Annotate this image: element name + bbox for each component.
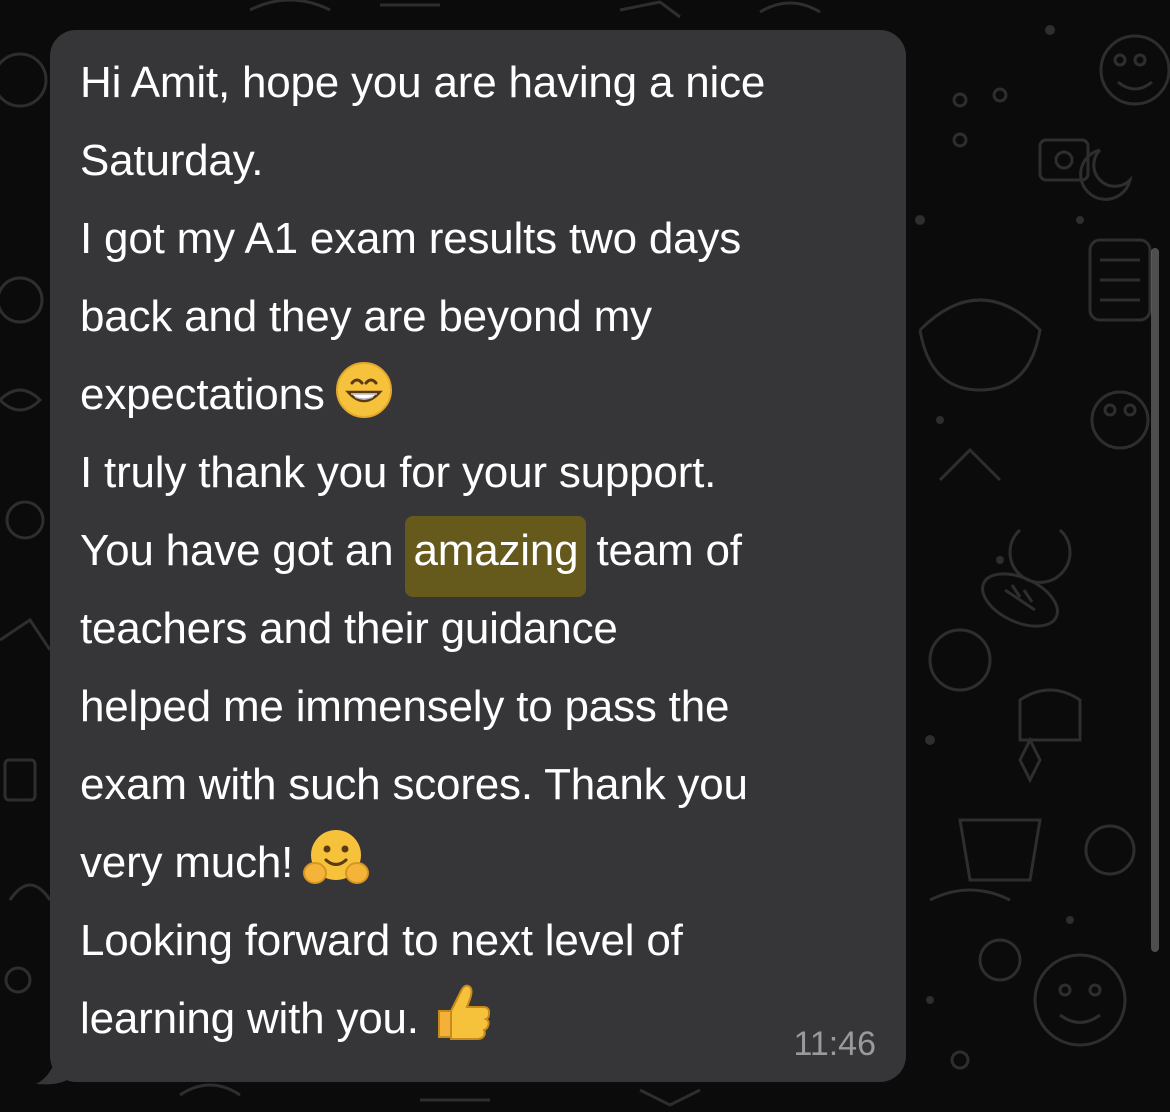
hugging-face-emoji [303,830,370,884]
chat-scrollbar[interactable] [1151,248,1159,952]
message-line-with-emoji: learning with you. [80,980,890,1058]
message-line: I truly thank you for your support. [80,448,717,497]
message-line: Hi Amit, hope you are having a nice [80,58,766,107]
message-text: Hi Amit, hope you are having a nice Satu… [80,44,890,1058]
message-timestamp: 11:46 [793,1025,876,1063]
message-line: learning with you. [80,994,419,1043]
message-line: teachers and their guidance [80,604,618,653]
message-line: helped me immensely to pass the [80,682,730,731]
search-highlight: amazing [405,516,587,597]
thumbs-up-emoji [437,984,490,1040]
message-line: exam with such scores. Thank you [80,760,748,809]
message-line-with-emoji: very much! [80,824,890,902]
message-line: team of [596,526,742,575]
message-line: back and they are beyond my [80,292,652,341]
grinning-face-emoji [335,362,392,418]
message-line-with-highlight: You have got an amazing team of [80,512,890,597]
message-line-with-emoji: expectations [80,356,890,434]
received-message-bubble[interactable]: Hi Amit, hope you are having a nice Satu… [50,30,906,1082]
message-line: Looking forward to next level of [80,916,683,965]
message-line: You have got an [80,526,394,575]
message-line: I got my A1 exam results two days [80,214,742,263]
message-line: expectations [80,370,325,419]
message-line: very much! [80,838,294,887]
message-line: Saturday. [80,136,264,185]
